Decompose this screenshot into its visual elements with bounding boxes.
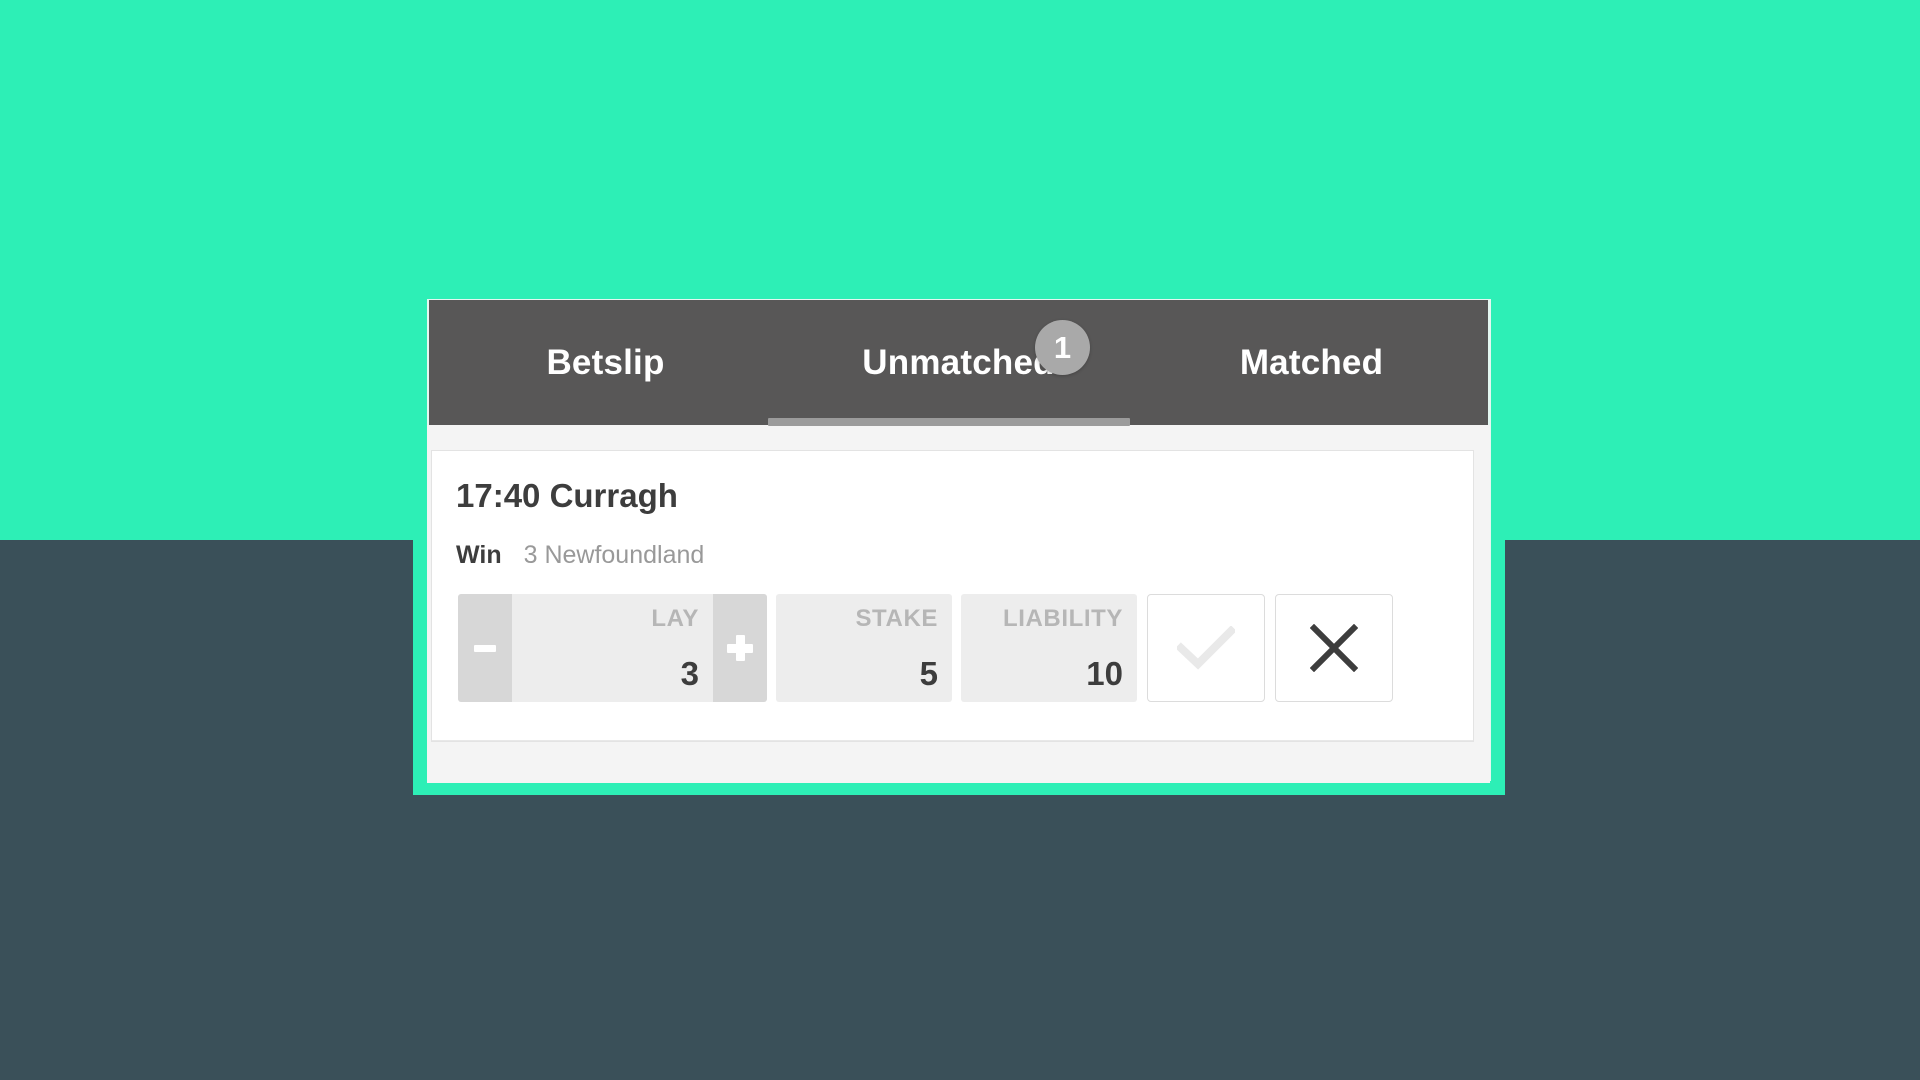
lay-odds-label: LAY bbox=[651, 605, 699, 632]
close-icon bbox=[1310, 624, 1358, 672]
tab-betslip-label: Betslip bbox=[546, 342, 665, 382]
tab-betslip[interactable]: Betslip bbox=[429, 300, 782, 425]
page-root: Betslip Unmatched Matched 1 17:40 Currag… bbox=[0, 0, 1920, 1080]
liability-input[interactable]: LIABILITY 10 bbox=[961, 594, 1137, 702]
liability-value: 10 bbox=[1086, 655, 1123, 692]
runner-label: 3 Newfoundland bbox=[523, 541, 705, 569]
active-tab-indicator bbox=[768, 418, 1130, 426]
odds-decrement-button[interactable] bbox=[458, 594, 512, 702]
minus-icon bbox=[474, 644, 496, 652]
stake-label: STAKE bbox=[855, 605, 938, 632]
check-icon bbox=[1177, 626, 1235, 670]
tab-matched-label: Matched bbox=[1239, 342, 1384, 382]
event-title: 17:40 Curragh bbox=[456, 477, 678, 514]
cancel-bet-button[interactable] bbox=[1275, 594, 1393, 702]
stake-input[interactable]: STAKE 5 bbox=[776, 594, 952, 702]
unmatched-bet-card: 17:40 Curragh Win 3 Newfoundland LAY 3 S… bbox=[431, 450, 1474, 742]
odds-stepper-group: LAY 3 bbox=[458, 594, 767, 702]
market-label: Win bbox=[456, 541, 502, 569]
unmatched-count-badge[interactable]: 1 bbox=[1035, 320, 1090, 375]
selection-row: Win 3 Newfoundland bbox=[456, 541, 704, 570]
confirm-bet-button[interactable] bbox=[1147, 594, 1265, 702]
tab-matched[interactable]: Matched bbox=[1135, 300, 1488, 425]
bet-controls-row: LAY 3 STAKE 5 LIABILITY 10 bbox=[458, 594, 1393, 702]
lay-odds-input[interactable]: LAY 3 bbox=[512, 594, 713, 702]
betslip-tabbar: Betslip Unmatched Matched bbox=[429, 300, 1488, 425]
stake-value: 5 bbox=[919, 655, 938, 692]
lay-odds-value: 3 bbox=[680, 655, 699, 692]
plus-icon bbox=[727, 635, 753, 661]
tab-unmatched-label: Unmatched bbox=[862, 342, 1055, 382]
liability-label: LIABILITY bbox=[1002, 605, 1123, 632]
card-divider bbox=[432, 740, 1473, 741]
odds-increment-button[interactable] bbox=[713, 594, 767, 702]
